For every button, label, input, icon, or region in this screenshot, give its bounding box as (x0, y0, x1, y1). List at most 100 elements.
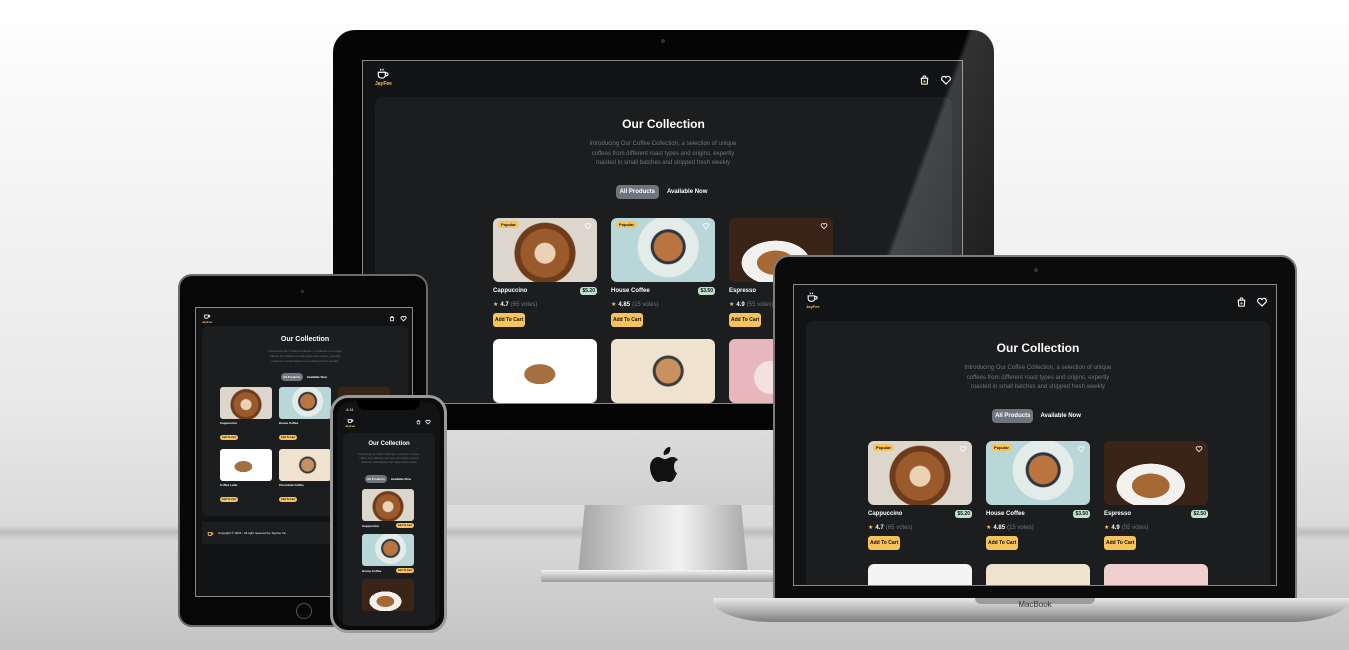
add-to-cart-button[interactable]: Add To Cart (729, 313, 762, 327)
tab-all-products[interactable]: All Products (365, 475, 387, 483)
tab-available-now[interactable]: Available Now (1037, 409, 1083, 423)
product-card (362, 579, 414, 611)
product-card: Popular Cappuccino $5.20 ★ 4.7 (65 votes… (868, 441, 972, 550)
logo-text: JayFee (345, 424, 356, 428)
collection-intro: Introducing Our Coffee Collection, a sel… (964, 365, 1112, 390)
product-image: Popular (493, 218, 597, 282)
tab-available-now[interactable]: Available Now (389, 475, 413, 483)
tab-available-now[interactable]: Available Now (305, 373, 329, 381)
tab-all-products[interactable]: All Products (992, 409, 1034, 423)
product-name: Espresso (729, 288, 757, 294)
add-to-cart-button[interactable]: Add To Cart (279, 497, 298, 502)
name-row: House Coffee Add To Cart (362, 568, 414, 573)
nav-icons (416, 419, 431, 425)
logo[interactable]: JayFee (202, 312, 212, 324)
product-price: $5.20 (955, 510, 972, 518)
filter-tabs: All Products Available Now (806, 409, 1270, 423)
collection-title: Our Collection (368, 441, 410, 447)
product-price: $3.50 (1073, 510, 1090, 518)
popular-badge: Popular (616, 221, 637, 228)
product-card: Cappuccino Add To Cart (362, 489, 414, 528)
rating-value: 4.85 (618, 301, 631, 308)
star-icon: ★ (868, 525, 874, 531)
heart-icon[interactable] (820, 222, 828, 230)
product-image (220, 387, 272, 419)
product-name: Cappuccino (493, 288, 528, 294)
star-icon: ★ (986, 525, 992, 531)
product-card: House Coffee Add To Cart (362, 534, 414, 573)
add-to-cart-button[interactable]: Add To Cart (279, 435, 298, 440)
name-row: House Coffee $3.50 (986, 510, 1090, 518)
star-icon: ★ (729, 302, 735, 308)
imac-camera (661, 39, 665, 43)
heart-icon[interactable] (702, 222, 710, 230)
product-card (611, 339, 715, 403)
tablet-home-button[interactable] (296, 603, 312, 619)
name-row: Cappuccino $5.20 (868, 510, 972, 518)
add-to-cart-button[interactable]: Add To Cart (493, 313, 526, 327)
add-to-cart-button[interactable]: Add To Cart (220, 435, 239, 440)
popular-badge: Popular (498, 221, 519, 228)
navbar: JayFee (794, 285, 1276, 309)
bag-icon[interactable] (416, 419, 421, 425)
add-to-cart-button[interactable]: Add To Cart (220, 497, 239, 502)
add-to-cart-button[interactable]: Add To Cart (986, 536, 1019, 550)
add-to-cart-button[interactable]: Add To Cart (611, 313, 644, 327)
rating-votes: (55 votes) (1121, 524, 1149, 531)
bag-icon[interactable] (389, 315, 395, 322)
collection-intro: Introducing Our Coffee Collection, a sel… (589, 141, 737, 166)
star-icon: ★ (611, 302, 617, 308)
logo[interactable]: JayFee (806, 291, 820, 309)
heart-icon[interactable] (584, 222, 592, 230)
product-image (220, 449, 272, 481)
product-card (868, 564, 972, 585)
popular-badge: Popular (873, 444, 894, 451)
name-row: House Coffee $3.50 (611, 287, 715, 295)
product-name: Coffee Latte (220, 483, 238, 487)
status-time: 4:41 (346, 407, 354, 412)
product-card: House Coffee Add To Cart (279, 387, 331, 443)
imac-stand-neck (578, 505, 748, 575)
macbook-camera (1034, 268, 1038, 272)
product-grid: Popular Cappuccino $5.20 ★ 4.7 (65 votes… (868, 441, 1208, 585)
product-name: House Coffee (986, 511, 1025, 517)
add-to-cart-button[interactable]: Add To Cart (868, 536, 901, 550)
logo-text: JayFee (375, 81, 392, 87)
heart-icon[interactable] (425, 419, 431, 425)
product-name: House Coffee (611, 288, 650, 294)
product-image (362, 534, 414, 566)
logo[interactable]: JayFee (375, 67, 392, 87)
tab-available-now[interactable]: Available Now (663, 185, 711, 199)
popular-badge: Popular (991, 444, 1012, 451)
rating-votes: (55 votes) (746, 301, 774, 308)
phone-screen: 4:41 JayFee Our Collection Introducing O… (337, 402, 440, 626)
collection-title: Our Collection (996, 341, 1080, 355)
product-image (986, 564, 1090, 585)
rating-votes: (15 votes) (632, 301, 659, 308)
heart-icon[interactable] (1077, 445, 1085, 453)
product-name: Cappuccino (362, 523, 380, 528)
product-image: Popular (611, 218, 715, 282)
heart-icon[interactable] (1195, 445, 1203, 453)
add-to-cart-button[interactable]: Add To Cart (1104, 536, 1137, 550)
tab-all-products[interactable]: All Products (281, 373, 303, 381)
rating: ★ 4.7 (65 votes) (493, 301, 597, 309)
coffee-cup-icon (204, 314, 211, 319)
nav-icons (389, 315, 407, 322)
logo[interactable]: JayFee (345, 417, 355, 428)
heart-icon[interactable] (400, 315, 407, 322)
add-to-cart-button[interactable]: Add To Cart (395, 568, 414, 573)
heart-icon[interactable] (1256, 296, 1268, 308)
name-row: Espresso $2.50 (1104, 510, 1208, 518)
tab-all-products[interactable]: All Products (615, 185, 659, 199)
logo-text: JayFee (806, 304, 820, 309)
product-card (493, 339, 597, 403)
rating: ★ 4.7 (65 votes) (868, 524, 972, 532)
add-to-cart-button[interactable]: Add To Cart (395, 523, 414, 528)
product-name: Cappuccino (868, 511, 903, 517)
bag-icon[interactable] (1236, 296, 1247, 308)
product-image (279, 387, 331, 419)
heart-icon[interactable] (959, 445, 967, 453)
product-card: Cappuccino Add To Cart (220, 387, 272, 443)
name-row: Cappuccino Add To Cart (362, 523, 414, 528)
